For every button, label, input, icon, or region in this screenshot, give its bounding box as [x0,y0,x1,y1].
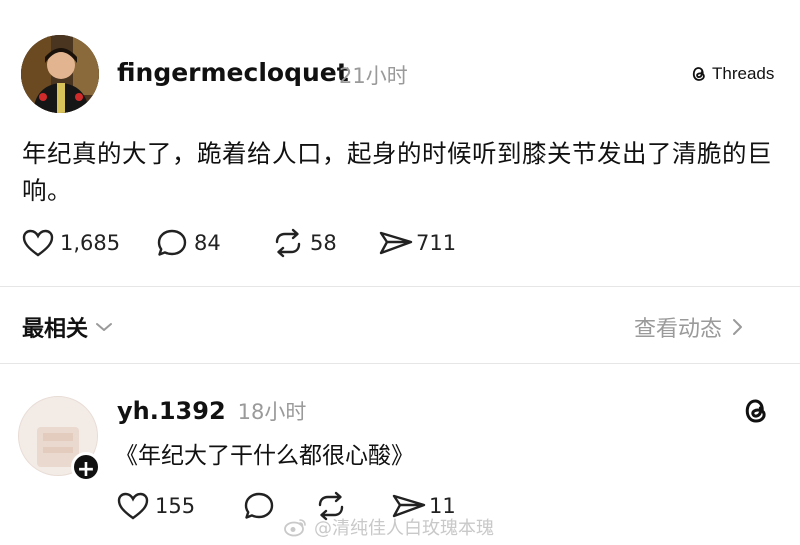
reply-body: 《年纪大了干什么都很心酸》 [115,443,414,469]
threads-logo-icon [692,67,705,81]
reply-timestamp: 18小时 [237,400,307,424]
threads-logo[interactable] [741,395,771,431]
avatar-image [21,35,99,113]
author-username[interactable]: fingermecloquet [117,58,349,87]
sort-label: 最相关 [22,317,89,342]
repost-icon [275,228,301,258]
post-timestamp: 21小时 [339,64,408,88]
share-count: 711 [416,231,457,255]
comment-button[interactable]: 84 [156,228,272,258]
heart-icon [117,492,149,520]
threads-logo-icon [745,399,766,423]
share-button[interactable]: 711 [378,228,498,258]
repost-button[interactable]: 58 [272,228,378,258]
reply-like-count: 155 [155,494,196,518]
weibo-watermark: @清纯佳人白玫瑰本瑰 [284,514,494,540]
weibo-icon [284,519,306,537]
follow-plus-button[interactable]: + [71,452,101,482]
reply-like-button[interactable]: 155 [117,491,243,521]
chevron-right-icon [733,319,743,335]
divider [0,363,800,364]
post-body: 年纪真的大了，跪着给人口，起身的时候听到膝关节发出了清脆的巨响。 [22,139,772,205]
view-activity-link[interactable]: 查看动态 [634,311,744,343]
comment-icon [157,229,187,256]
reply-header: yh.1392 18小时 [117,396,306,426]
threads-label: Threads [712,64,775,83]
author-avatar[interactable] [21,35,99,113]
repost-count: 58 [310,231,337,255]
post-actions: 1,685 84 58 711 [22,228,498,258]
send-icon [379,231,413,255]
like-button[interactable]: 1,685 [22,228,156,258]
comment-icon [244,492,274,519]
sort-dropdown[interactable]: 最相关 [22,311,114,343]
comment-count: 84 [194,231,221,255]
heart-icon [22,229,54,257]
reply-username[interactable]: yh.1392 [117,397,226,425]
like-count: 1,685 [60,231,121,255]
chevron-down-icon [96,323,113,331]
divider [0,286,800,287]
view-activity-label: 查看动态 [634,317,723,342]
threads-brand[interactable]: Threads [690,62,774,86]
watermark-text: @清纯佳人白玫瑰本瑰 [314,518,494,539]
